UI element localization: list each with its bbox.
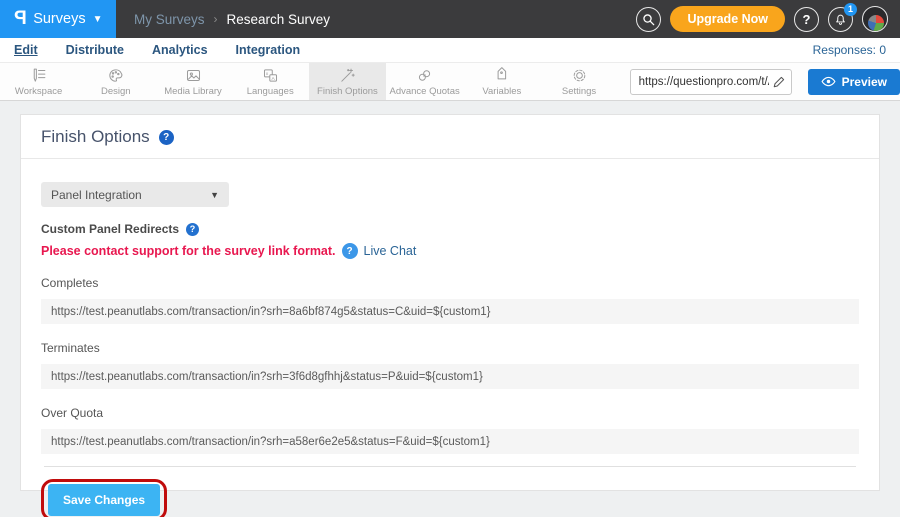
header-actions: Upgrade Now ? 1 bbox=[636, 6, 900, 32]
finish-options-panel: Finish Options ? Panel Integration ▼ Cus… bbox=[20, 114, 880, 491]
toolbar-item-design[interactable]: Design bbox=[77, 63, 154, 100]
preview-button[interactable]: Preview bbox=[808, 69, 900, 95]
survey-url-area: Preview bbox=[630, 63, 900, 100]
live-chat-help-icon[interactable]: ? bbox=[342, 243, 358, 259]
custom-panel-redirects-heading: Custom Panel Redirects ? bbox=[41, 222, 859, 236]
notifications-button[interactable]: 1 bbox=[828, 7, 853, 32]
panel-header: Finish Options ? bbox=[21, 115, 879, 159]
support-warning-row: Please contact support for the survey li… bbox=[41, 243, 859, 259]
completes-url-input[interactable] bbox=[41, 299, 859, 324]
panel-integration-select[interactable]: Panel Integration ▼ bbox=[41, 182, 229, 207]
svg-text:x: x bbox=[265, 72, 268, 77]
save-area: Save Changes bbox=[41, 479, 167, 517]
terminates-label: Terminates bbox=[41, 341, 859, 355]
breadcrumb-separator-icon: › bbox=[214, 12, 218, 26]
tab-distribute[interactable]: Distribute bbox=[66, 43, 124, 57]
product-menu-label: Surveys bbox=[33, 11, 85, 27]
tab-edit[interactable]: Edit bbox=[14, 43, 38, 57]
search-button[interactable] bbox=[636, 7, 661, 32]
footer-divider bbox=[44, 466, 856, 467]
page-content: Finish Options ? Panel Integration ▼ Cus… bbox=[0, 101, 900, 491]
toolbar-item-finish-options[interactable]: Finish Options bbox=[309, 63, 386, 100]
tab-integration[interactable]: Integration bbox=[236, 43, 301, 57]
toolbar-item-workspace[interactable]: Workspace bbox=[0, 63, 77, 100]
media-image-icon bbox=[184, 67, 203, 84]
toolbar-item-settings[interactable]: Settings bbox=[540, 63, 617, 100]
breadcrumb: My Surveys › Research Survey bbox=[134, 12, 330, 27]
edit-pencil-icon[interactable] bbox=[772, 74, 787, 89]
over-quota-url-input[interactable] bbox=[41, 429, 859, 454]
breadcrumb-my-surveys[interactable]: My Surveys bbox=[134, 12, 205, 27]
toolbar-item-languages[interactable]: xA Languages bbox=[232, 63, 309, 100]
completes-label: Completes bbox=[41, 276, 859, 290]
chevron-down-icon: ▼ bbox=[93, 14, 103, 25]
terminates-url-input[interactable] bbox=[41, 364, 859, 389]
toolbar-item-media-library[interactable]: Media Library bbox=[154, 63, 231, 100]
workspace-icon bbox=[29, 67, 48, 84]
redirects-help-icon[interactable]: ? bbox=[186, 223, 199, 236]
top-header-bar: P Surveys ▼ My Surveys › Research Survey… bbox=[0, 0, 900, 38]
survey-url-input[interactable] bbox=[630, 69, 792, 95]
completes-field-group: Completes bbox=[41, 276, 859, 324]
gear-icon bbox=[570, 67, 589, 84]
tag-icon bbox=[492, 67, 511, 84]
help-button[interactable]: ? bbox=[794, 7, 819, 32]
support-warning-text: Please contact support for the survey li… bbox=[41, 244, 336, 258]
survey-nav-tabs: Edit Distribute Analytics Integration Re… bbox=[0, 38, 900, 62]
bell-icon bbox=[834, 13, 847, 26]
chevron-down-icon: ▼ bbox=[210, 190, 219, 200]
search-icon bbox=[642, 13, 655, 26]
panel-body: Panel Integration ▼ Custom Panel Redirec… bbox=[21, 159, 879, 517]
over-quota-label: Over Quota bbox=[41, 406, 859, 420]
magic-wand-icon bbox=[338, 67, 357, 84]
live-chat-link[interactable]: Live Chat bbox=[364, 244, 417, 258]
save-changes-button[interactable]: Save Changes bbox=[48, 484, 160, 516]
toolbar-item-variables[interactable]: Variables bbox=[463, 63, 540, 100]
finish-options-help-icon[interactable]: ? bbox=[159, 130, 174, 145]
notification-badge: 1 bbox=[844, 3, 857, 16]
upgrade-now-button[interactable]: Upgrade Now bbox=[670, 6, 785, 32]
toolbar-item-advance-quotas[interactable]: Advance Quotas bbox=[386, 63, 463, 100]
questionpro-logo-icon: P bbox=[14, 8, 27, 30]
design-palette-icon bbox=[106, 67, 125, 84]
app-window: P Surveys ▼ My Surveys › Research Survey… bbox=[0, 0, 900, 517]
help-icon: ? bbox=[803, 12, 811, 27]
tab-analytics[interactable]: Analytics bbox=[152, 43, 208, 57]
terminates-field-group: Terminates bbox=[41, 341, 859, 389]
eye-icon bbox=[821, 76, 836, 87]
edit-toolbar: Workspace Design Media Library xA Langua… bbox=[0, 62, 900, 101]
responses-count: Responses: 0 bbox=[813, 43, 886, 57]
avatar[interactable] bbox=[862, 6, 888, 32]
translate-icon: xA bbox=[261, 67, 280, 84]
breadcrumb-current-survey: Research Survey bbox=[227, 12, 331, 27]
product-menu[interactable]: P Surveys ▼ bbox=[0, 0, 116, 38]
page-title: Finish Options bbox=[41, 127, 150, 147]
over-quota-field-group: Over Quota bbox=[41, 406, 859, 454]
chain-links-icon bbox=[415, 67, 434, 84]
